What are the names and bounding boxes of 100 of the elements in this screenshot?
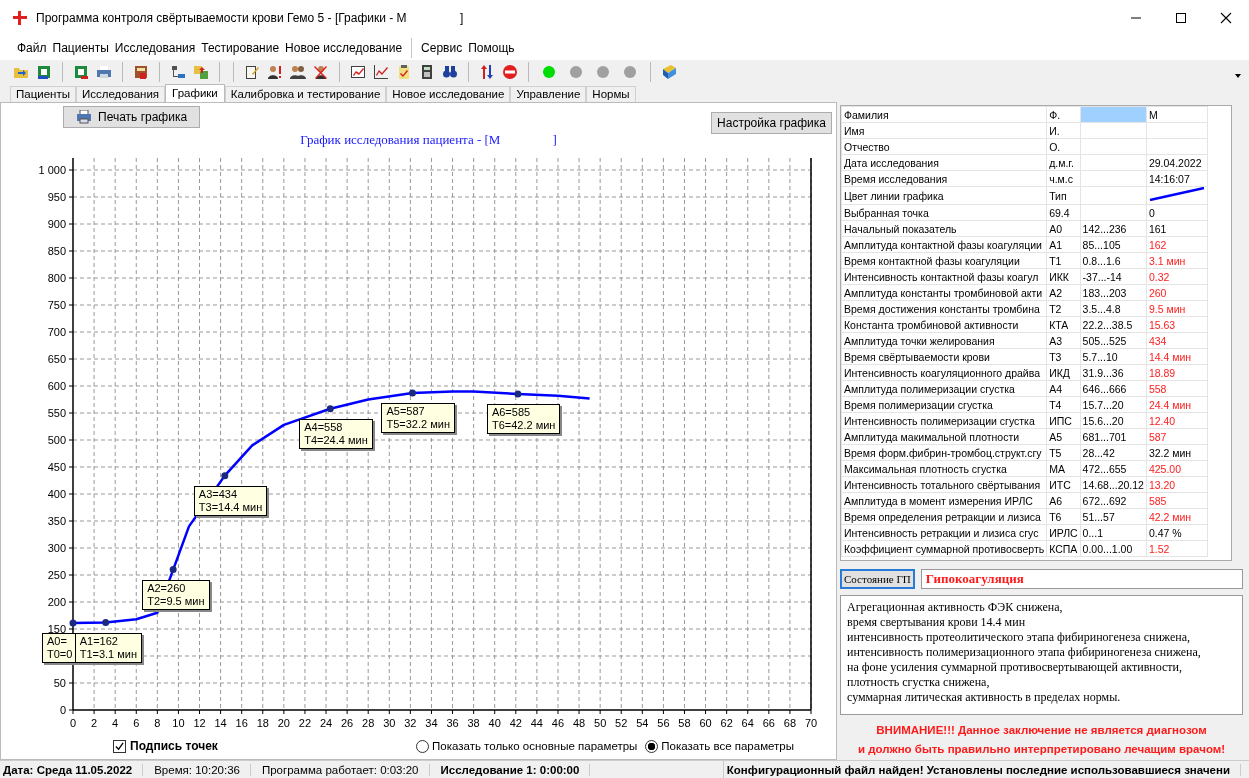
data-point[interactable]: [326, 405, 334, 413]
tab[interactable]: Исследования: [75, 86, 166, 102]
table-cell: 1.52: [1146, 540, 1208, 557]
radio-label[interactable]: Показать все параметры: [661, 740, 794, 752]
selected-cell[interactable]: [1080, 106, 1147, 123]
table-cell[interactable]: 15.7...20: [1080, 396, 1147, 413]
table-cell[interactable]: 183...203: [1080, 284, 1147, 301]
tab[interactable]: Графики: [165, 84, 225, 102]
menu-item[interactable]: Файл: [14, 41, 50, 55]
radio-label[interactable]: Показать только основные параметры: [432, 740, 638, 752]
close-icon[interactable]: [1220, 12, 1232, 24]
checkbox[interactable]: [113, 739, 126, 753]
printer-icon[interactable]: [96, 64, 112, 80]
data-point[interactable]: [69, 619, 77, 627]
chart-settings-button[interactable]: Настройка графика: [711, 112, 832, 134]
table-cell[interactable]: [1080, 122, 1147, 139]
axis-label: 700: [47, 326, 66, 338]
table-cell[interactable]: 505...525: [1080, 332, 1147, 349]
radio-button[interactable]: [645, 739, 659, 753]
spreadsheet-icon[interactable]: [36, 64, 52, 80]
tab[interactable]: Калибровка и тестирование: [224, 86, 387, 102]
warning-text: ВНИМАНИЕ!!! Данное заключение не является диагнозом: [875, 723, 1208, 738]
table-cell[interactable]: 142...236: [1080, 220, 1147, 237]
data-point[interactable]: [221, 472, 229, 480]
chart-icon[interactable]: [350, 64, 366, 80]
table-cell[interactable]: 5.7...10: [1080, 348, 1147, 365]
table-cell[interactable]: [1080, 204, 1147, 221]
axis-label: 46: [551, 717, 565, 729]
table-cell: 12.40: [1146, 412, 1208, 429]
person-icon[interactable]: [267, 64, 283, 80]
table-cell[interactable]: 646...666: [1080, 380, 1147, 397]
menu-item[interactable]: Пациенты: [49, 41, 112, 55]
conclusion-line: плотность сгустка снижена,: [847, 675, 991, 690]
table-cell[interactable]: 672...692: [1080, 492, 1147, 509]
table-cell: A1: [1046, 236, 1081, 253]
table-cell: 587: [1146, 428, 1208, 445]
table-cell[interactable]: [1080, 170, 1147, 187]
data-point[interactable]: [169, 566, 177, 574]
tab[interactable]: Управление: [510, 86, 587, 102]
document-icon[interactable]: [133, 64, 149, 80]
window-title: Программа контроля свёртываемости крови Гемо 5 - [Графики - M ]: [36, 11, 464, 25]
print-button[interactable]: Печать графика: [63, 106, 201, 128]
table-cell: 24.4 мин: [1146, 396, 1208, 413]
axis-label: 300: [47, 542, 66, 554]
data-point[interactable]: [409, 389, 416, 397]
table-cell[interactable]: 472...655: [1080, 460, 1147, 477]
table-cell: Амплитуда полимеризации сгустка: [841, 380, 1047, 397]
tab[interactable]: Нормы: [586, 86, 636, 102]
axis-label: 66: [762, 717, 775, 729]
export-icon[interactable]: [193, 64, 209, 80]
table-cell[interactable]: 14.68...20.12: [1080, 476, 1147, 493]
table-cell[interactable]: [1080, 138, 1147, 155]
table-cell[interactable]: -37...-14: [1080, 268, 1147, 285]
point-callout: A3=434 T3=14.4 мин: [193, 485, 268, 516]
menu-item[interactable]: Новое исследование: [282, 41, 406, 55]
data-point[interactable]: [514, 390, 522, 398]
calculator-icon[interactable]: [419, 64, 435, 80]
table-cell[interactable]: [1080, 186, 1147, 205]
clipboard-icon[interactable]: [396, 64, 412, 80]
table-cell[interactable]: 0.8...1.6: [1080, 252, 1147, 269]
table-cell[interactable]: 22.2...38.5: [1080, 316, 1147, 333]
edit-icon[interactable]: [244, 64, 260, 80]
tab[interactable]: Новое исследование: [386, 86, 511, 102]
people-icon[interactable]: [290, 64, 306, 80]
radio-button[interactable]: [416, 739, 430, 753]
table-cell[interactable]: 0...1: [1080, 524, 1147, 541]
menu-item[interactable]: Сервис: [418, 41, 466, 55]
table-cell[interactable]: 15.6...20: [1080, 412, 1147, 429]
stop-icon[interactable]: [502, 64, 518, 80]
printer-icon: [76, 110, 92, 124]
axis-label: 34: [425, 717, 438, 729]
axis-label: 68: [783, 717, 797, 729]
state-button[interactable]: Состояние ГП: [840, 569, 915, 589]
checkbox-label[interactable]: Подпись точек: [130, 739, 218, 753]
table-cell[interactable]: 0.00...1.00: [1080, 540, 1147, 557]
table-cell[interactable]: 3.5...4.8: [1080, 300, 1147, 317]
caret-icon[interactable]: [1235, 74, 1241, 78]
table-cell[interactable]: [1080, 154, 1147, 171]
data-point[interactable]: [102, 619, 110, 626]
maximize-icon[interactable]: [1175, 12, 1187, 24]
binoculars-icon[interactable]: [442, 64, 458, 80]
table-cell: Время полимеризации сгустка: [841, 396, 1047, 413]
table-cell[interactable]: 51...57: [1080, 508, 1147, 525]
table-cell[interactable]: 28...42: [1080, 444, 1147, 461]
tab[interactable]: Пациенты: [10, 86, 76, 102]
table-cell: Ф.: [1046, 106, 1081, 123]
spreadsheet-icon[interactable]: [73, 64, 89, 80]
point-callout: A4=558 T4=24.4 мин: [299, 418, 373, 449]
table-cell[interactable]: 85...105: [1080, 236, 1147, 253]
menu-item[interactable]: Тестирование: [198, 41, 283, 55]
tree-icon[interactable]: [170, 64, 186, 80]
line-chart-icon[interactable]: [373, 64, 389, 80]
arrows-icon[interactable]: [479, 64, 495, 80]
table-cell[interactable]: 31.9...36: [1080, 364, 1147, 381]
point-callout: A0= T0=0: [42, 633, 78, 664]
table-cell[interactable]: 681...701: [1080, 428, 1147, 445]
menu-item[interactable]: Помощь: [465, 41, 518, 55]
point-callout: A2=260 T2=9.5 мин: [142, 579, 210, 610]
menu-item[interactable]: Исследования: [111, 41, 199, 55]
person-cross-icon[interactable]: [313, 64, 329, 80]
